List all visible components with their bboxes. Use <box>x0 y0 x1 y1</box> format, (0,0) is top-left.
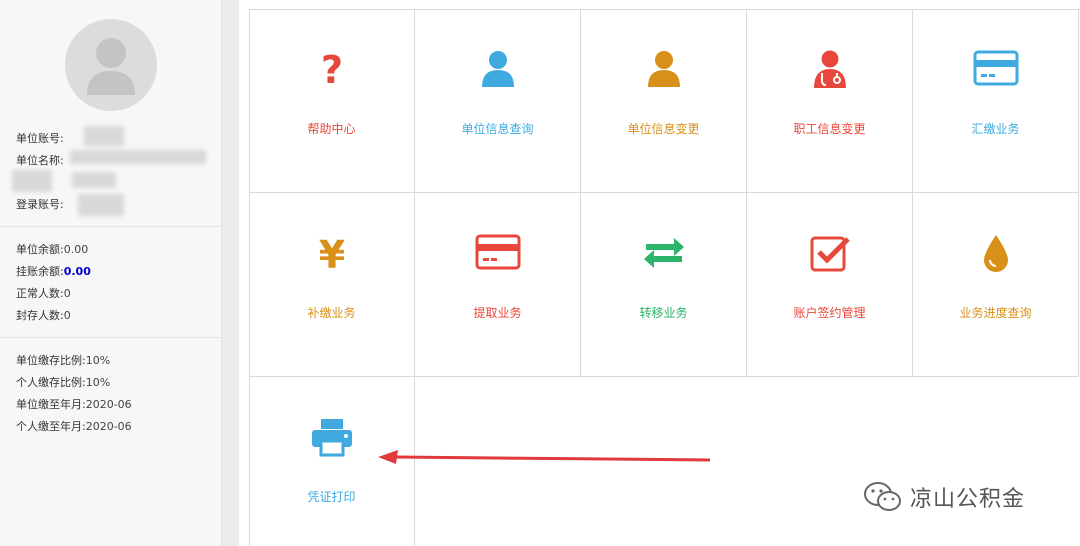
pending-label: 挂账余额: <box>16 265 64 278</box>
tile-label: 汇缴业务 <box>971 122 1020 136</box>
card-icon <box>973 50 1018 86</box>
balance-label: 单位余额: <box>16 243 64 256</box>
tile-unit-info-change[interactable]: 单位信息变更 <box>581 9 747 193</box>
question-icon: ? <box>320 49 342 89</box>
tile-help-center[interactable]: ? 帮助中心 <box>249 9 415 193</box>
pending-value: 0.00 <box>63 265 91 278</box>
unit-paid-to-row: 单位缴至年月:2020-06 <box>16 396 132 412</box>
watermark-text: 凉山公积金 <box>910 487 1026 512</box>
printer-icon <box>311 419 352 457</box>
grid-left-border <box>249 9 250 546</box>
tile-label: 业务进度查询 <box>959 306 1032 320</box>
login-account-label: 登录账号: <box>16 198 64 211</box>
svg-text:¥: ¥ <box>318 233 344 273</box>
unit-paid-to-value: 2020-06 <box>85 398 132 411</box>
divider <box>0 337 221 338</box>
svg-text:?: ? <box>320 49 342 89</box>
checkbox-icon <box>810 236 850 272</box>
tile-unit-info-query[interactable]: 单位信息查询 <box>415 9 581 193</box>
personal-ratio-label: 个人缴存比例: <box>16 376 86 389</box>
personal-ratio-value: 10% <box>85 376 111 389</box>
sealed-count-row: 封存人数:0 <box>16 307 71 323</box>
unit-paid-to-label: 单位缴至年月: <box>16 398 86 411</box>
sealed-count-label: 封存人数: <box>16 309 64 322</box>
redacted-unit-name-2 <box>12 170 52 192</box>
unit-ratio-value: 10% <box>85 354 111 367</box>
personal-ratio-row: 个人缴存比例:10% <box>16 374 110 390</box>
avatar <box>65 19 157 111</box>
watermark: 凉山公积金 <box>862 480 1025 514</box>
unit-ratio-label: 单位缴存比例: <box>16 354 86 367</box>
unit-name-label: 单位名称: <box>16 154 64 167</box>
tile-label: 补缴业务 <box>307 306 356 320</box>
tile-employee-info-change[interactable]: 职工信息变更 <box>747 9 913 193</box>
normal-count-label: 正常人数: <box>16 287 64 300</box>
normal-count-row: 正常人数:0 <box>16 285 71 301</box>
unit-account-label: 单位账号: <box>16 132 64 145</box>
transfer-icon <box>643 238 684 268</box>
redacted-login <box>78 194 124 216</box>
wechat-icon <box>864 482 901 511</box>
normal-count-value: 0 <box>63 287 71 300</box>
tile-label: 帮助中心 <box>307 122 356 136</box>
sidebar: 单位账号: 单位名称: 登录账号: 单位余额:0.00 挂账余额:0.00 正常… <box>0 0 222 546</box>
card-icon <box>475 234 520 270</box>
tile-label: 职工信息变更 <box>793 122 866 136</box>
tile-progress-query[interactable]: 业务进度查询 <box>913 193 1079 377</box>
tile-account-signing[interactable]: 账户签约管理 <box>747 193 913 377</box>
redacted-account <box>84 126 124 146</box>
tile-label: 凭证打印 <box>307 490 356 504</box>
tile-label: 提取业务 <box>473 306 522 320</box>
grid-top-border <box>249 9 1080 10</box>
tile-supplementary-payment[interactable]: ¥ 补缴业务 <box>249 193 415 377</box>
tile-withdrawal[interactable]: 提取业务 <box>415 193 581 377</box>
user-icon <box>647 51 680 87</box>
balance-row: 单位余额:0.00 <box>16 241 88 257</box>
yen-icon: ¥ <box>318 233 344 273</box>
balance-value: 0.00 <box>63 243 89 256</box>
doctor-icon <box>813 50 846 88</box>
gutter <box>222 0 239 546</box>
pending-row: 挂账余额:0.00 <box>16 263 91 279</box>
unit-account-row: 单位账号: <box>16 130 64 146</box>
user-avatar-icon <box>87 38 135 95</box>
tile-transfer[interactable]: 转移业务 <box>581 193 747 377</box>
drop-icon <box>983 235 1008 272</box>
tile-label: 转移业务 <box>639 306 688 320</box>
redacted-unit-name <box>70 150 206 164</box>
tile-remittance[interactable]: 汇缴业务 <box>913 9 1079 193</box>
login-account-row: 登录账号: <box>16 196 64 212</box>
personal-paid-to-row: 个人缴至年月:2020-06 <box>16 418 132 434</box>
tile-label: 单位信息查询 <box>461 122 534 136</box>
divider <box>0 226 221 227</box>
personal-paid-to-label: 个人缴至年月: <box>16 420 86 433</box>
annotation-arrow-icon <box>378 450 710 464</box>
sealed-count-value: 0 <box>63 309 71 322</box>
tile-label: 单位信息变更 <box>627 122 700 136</box>
personal-paid-to-value: 2020-06 <box>85 420 132 433</box>
unit-name-row: 单位名称: <box>16 152 64 168</box>
user-icon <box>481 51 514 87</box>
redacted-unit-name-3 <box>72 172 116 188</box>
tile-label: 账户签约管理 <box>793 306 866 320</box>
unit-ratio-row: 单位缴存比例:10% <box>16 352 110 368</box>
